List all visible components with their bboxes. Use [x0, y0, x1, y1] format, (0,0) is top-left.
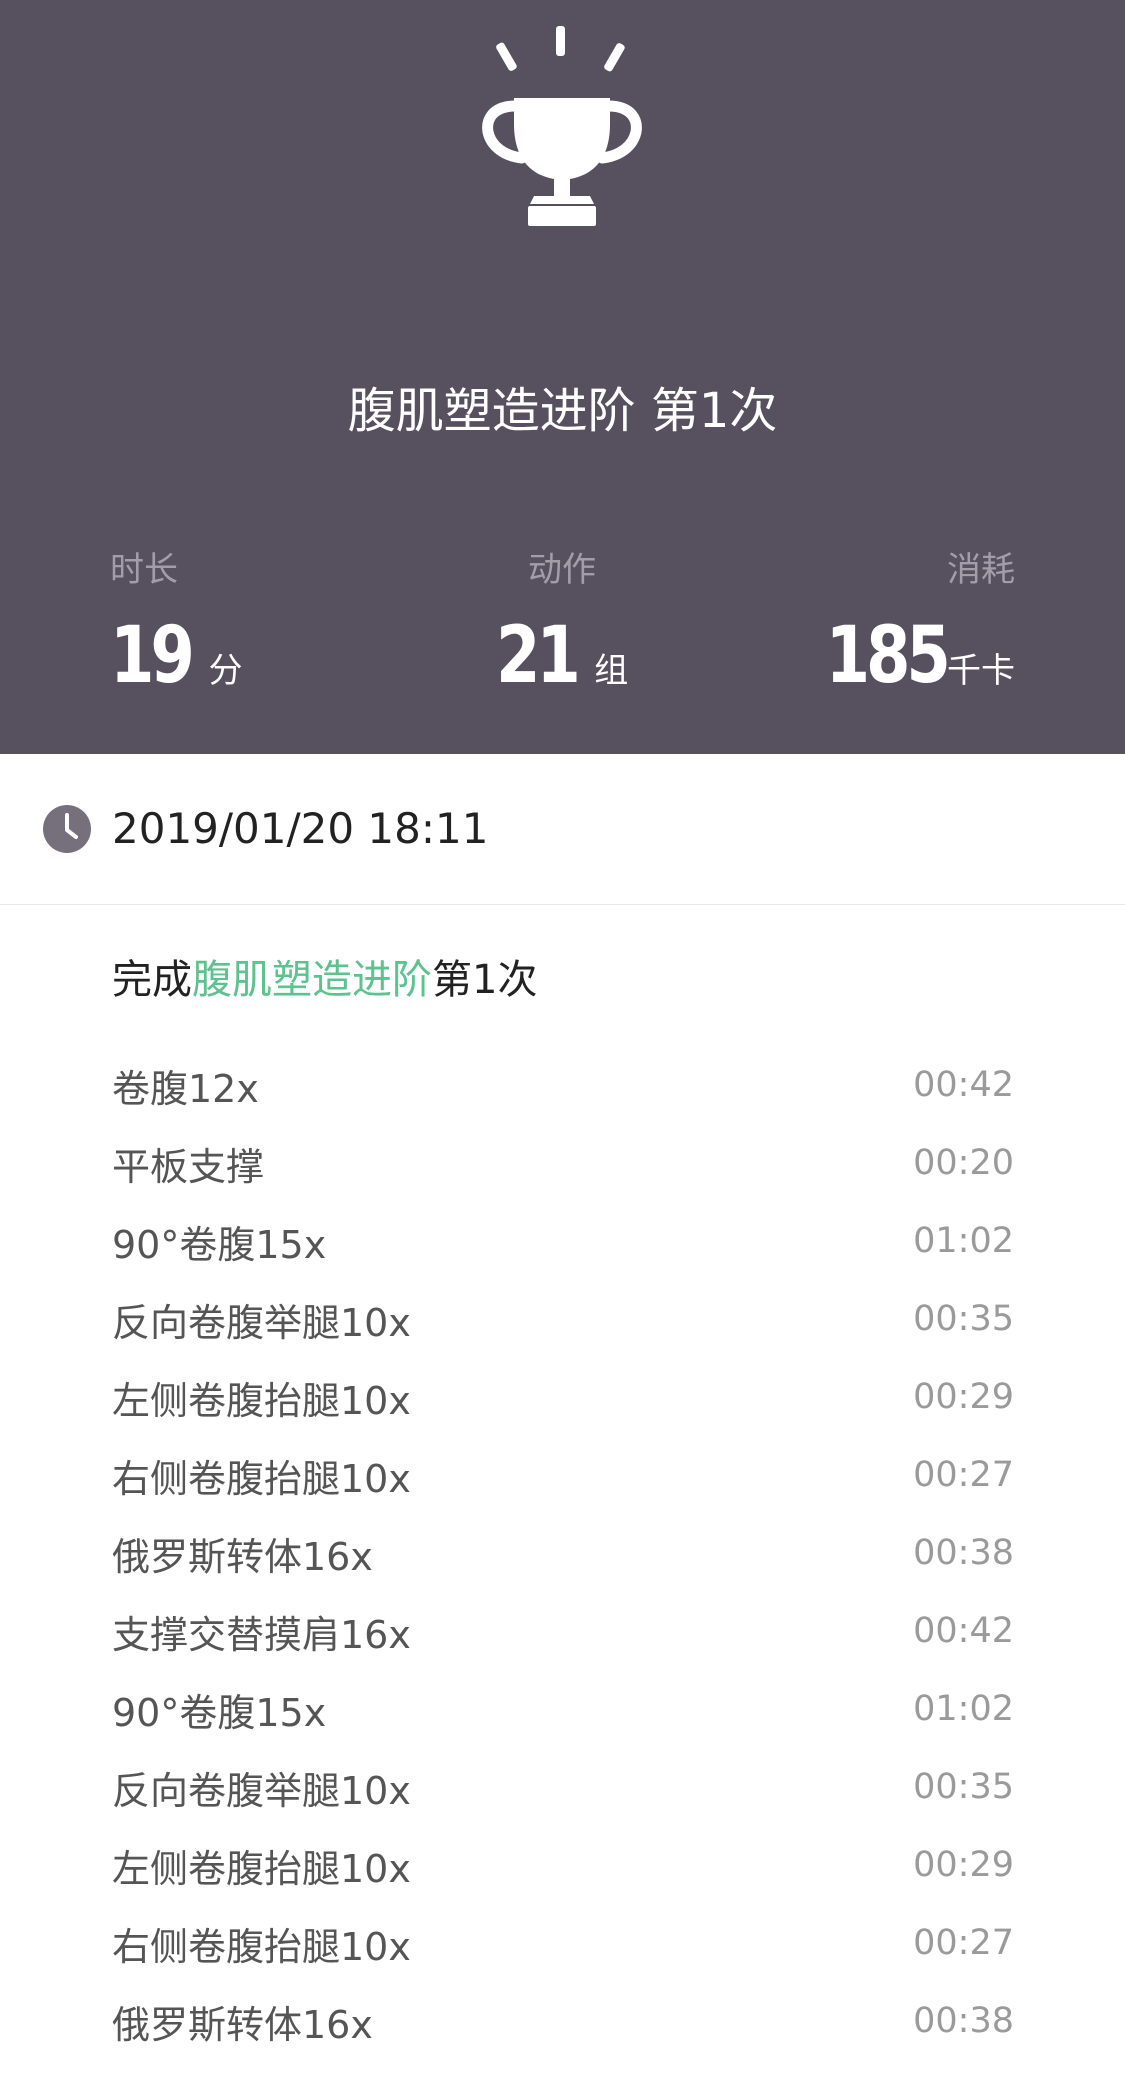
- workout-datetime: 2019/01/20 18:11: [112, 804, 489, 853]
- course-link[interactable]: 腹肌塑造进阶: [192, 957, 432, 1003]
- exercise-name: 平板支撑: [112, 1144, 265, 1189]
- exercise-duration: 00:29: [913, 1377, 1014, 1417]
- datetime-row: 2019/01/20 18:11: [0, 754, 1125, 905]
- exercise-duration: 00:27: [913, 1455, 1014, 1495]
- trophy-icon: [482, 26, 642, 226]
- completion-summary: 完成腹肌塑造进阶第1次: [112, 950, 537, 1010]
- exercise-name: 反向卷腹举腿10x: [112, 1768, 411, 1813]
- exercise-row: 右侧卷腹抬腿10x 00:27: [112, 1904, 1014, 1982]
- exercise-row: 反向卷腹举腿10x 00:35: [112, 1280, 1014, 1358]
- workout-title: 腹肌塑造进阶 第1次: [347, 383, 778, 439]
- exercise-name: 左侧卷腹抬腿10x: [112, 1378, 411, 1423]
- exercise-row: 左侧卷腹抬腿10x 00:29: [112, 1826, 1014, 1904]
- exercise-duration: 00:38: [913, 2001, 1014, 2041]
- exercise-name: 卷腹12x: [112, 1066, 259, 1111]
- exercise-row: 右侧卷腹抬腿10x 00:27: [112, 1436, 1014, 1514]
- stat-calories-unit: 千卡: [947, 651, 1015, 691]
- exercise-name: 右侧卷腹抬腿10x: [112, 1456, 411, 1501]
- exercise-row: 反向卷腹举腿10x 00:35: [112, 1748, 1014, 1826]
- summary-prefix: 完成: [112, 957, 192, 1003]
- exercise-row: 90°卷腹15x 01:02: [112, 1670, 1014, 1748]
- exercise-duration: 00:35: [913, 1767, 1014, 1807]
- exercise-name: 支撑交替摸肩16x: [112, 1612, 411, 1657]
- stat-sets-unit: 组: [594, 651, 629, 691]
- clock-icon: [43, 805, 91, 853]
- exercise-duration: 00:27: [913, 1923, 1014, 1963]
- exercise-name: 右侧卷腹抬腿10x: [112, 1924, 411, 1969]
- stat-calories: 消耗 185千卡: [655, 540, 1015, 717]
- exercise-row: 卷腹12x 00:42: [112, 1046, 1014, 1124]
- stat-sets-value: 21: [495, 611, 581, 701]
- exercise-name: 反向卷腹举腿10x: [112, 1300, 411, 1345]
- stat-duration-unit: 分: [208, 651, 243, 691]
- exercise-duration: 00:20: [913, 1143, 1014, 1183]
- summary-header: 腹肌塑造进阶 第1次 时长 19 分 动作 21 组 消耗 185千卡: [0, 0, 1125, 754]
- stat-calories-label: 消耗: [947, 550, 1015, 590]
- exercise-duration: 00:35: [913, 1299, 1014, 1339]
- exercise-duration: 00:29: [913, 1845, 1014, 1885]
- stat-duration-value: 19: [110, 611, 195, 701]
- exercise-name: 90°卷腹15x: [112, 1690, 327, 1735]
- exercise-duration: 00:42: [913, 1611, 1014, 1651]
- summary-suffix: 第1次: [432, 957, 538, 1003]
- exercise-name: 俄罗斯转体16x: [112, 2002, 373, 2047]
- exercise-name: 90°卷腹15x: [112, 1222, 327, 1267]
- exercise-row: 俄罗斯转体16x 00:38: [112, 1514, 1014, 1592]
- exercise-name: 左侧卷腹抬腿10x: [112, 1846, 411, 1891]
- exercise-row: 支撑交替摸肩16x 00:42: [112, 1592, 1014, 1670]
- stat-calories-value: 185: [825, 611, 951, 701]
- exercise-duration: 00:42: [913, 1065, 1014, 1105]
- exercise-duration: 01:02: [913, 1221, 1014, 1261]
- exercise-row: 平板支撑 00:20: [112, 1124, 1014, 1202]
- exercise-row: 90°卷腹15x 01:02: [112, 1202, 1014, 1280]
- exercise-name: 俄罗斯转体16x: [112, 1534, 373, 1579]
- exercise-duration: 00:38: [913, 1533, 1014, 1573]
- exercise-list: 卷腹12x 00:42 平板支撑 00:20 90°卷腹15x 01:02 反向卷腹举腿10…: [112, 1046, 1014, 2060]
- exercise-duration: 01:02: [913, 1689, 1014, 1729]
- exercise-row: 俄罗斯转体16x 00:38: [112, 1982, 1014, 2060]
- exercise-row: 左侧卷腹抬腿10x 00:29: [112, 1358, 1014, 1436]
